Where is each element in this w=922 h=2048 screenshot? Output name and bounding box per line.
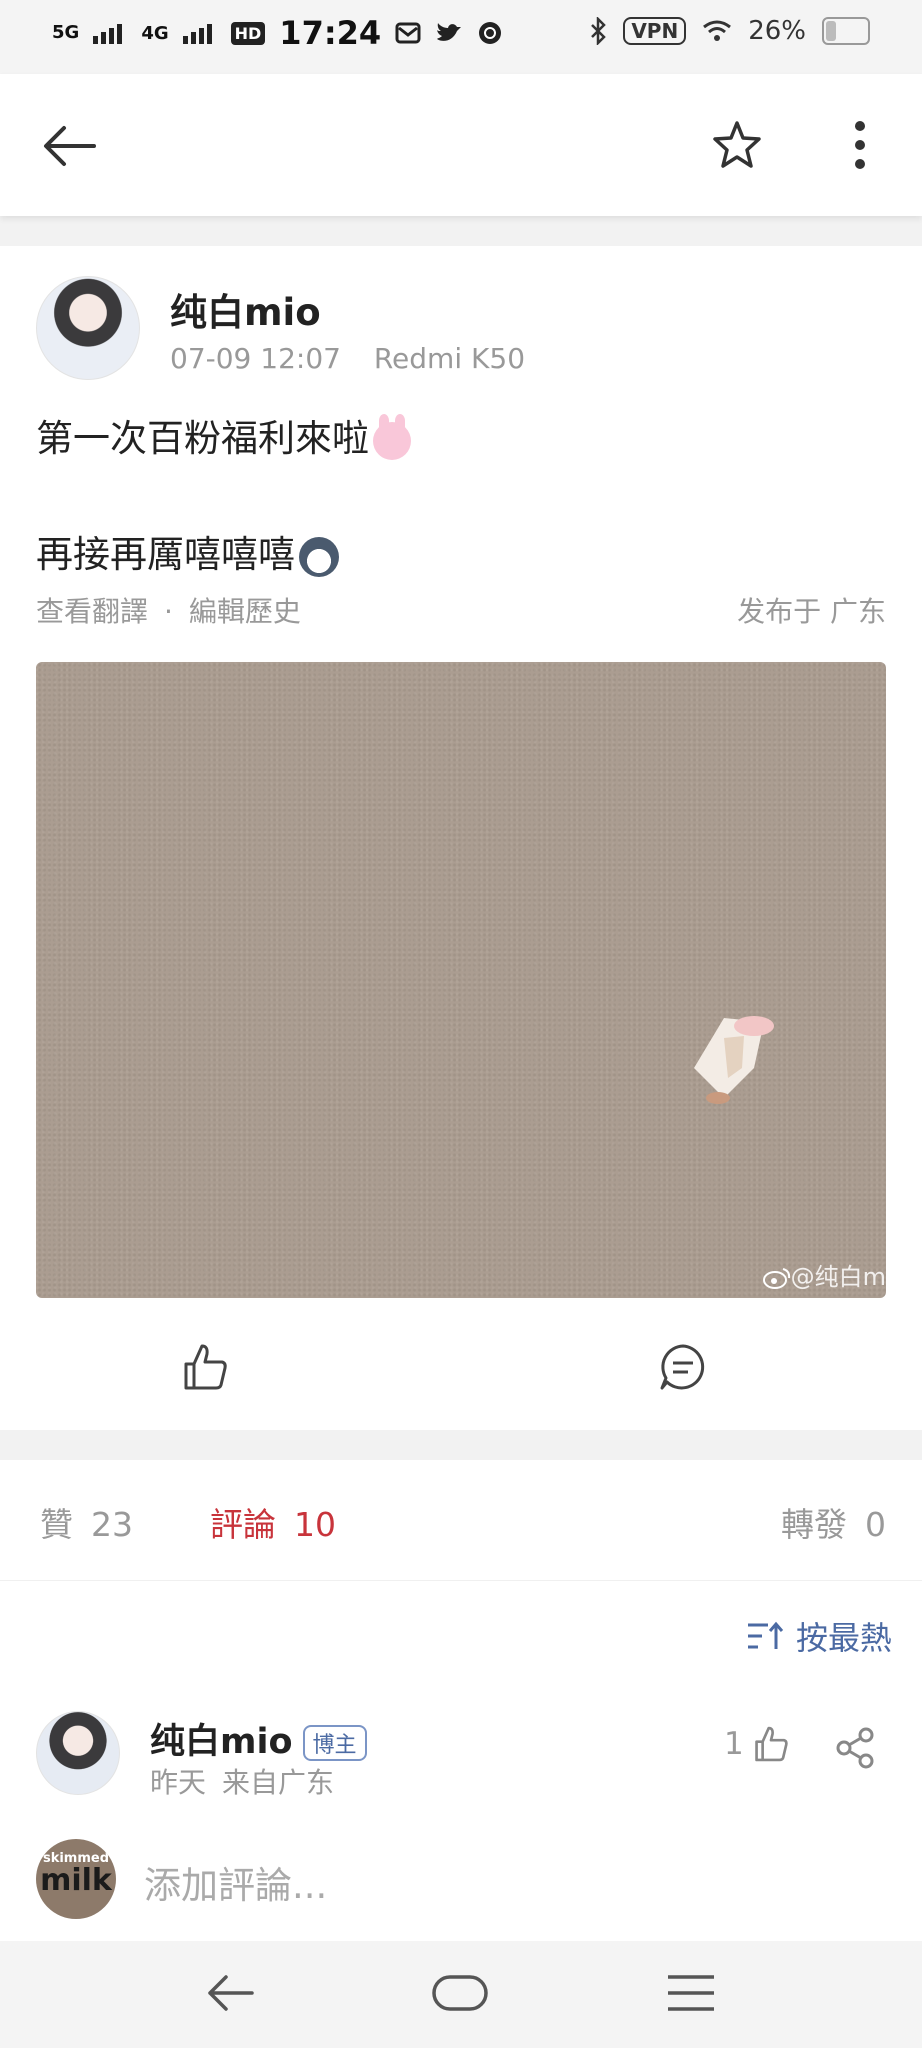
- more-vertical-icon[interactable]: [840, 120, 880, 170]
- likes-count: 23: [91, 1505, 133, 1544]
- post-meta: 07-09 12:07 Redmi K50: [170, 342, 549, 375]
- signal-icon-2: [182, 24, 212, 44]
- link-separator: ·: [164, 595, 173, 628]
- image-watermark: @纯白m: [762, 1257, 886, 1292]
- post-links: 查看翻譯 · 編輯歷史: [36, 590, 301, 630]
- vpn-badge: VPN: [623, 17, 687, 45]
- battery-icon: [822, 17, 870, 45]
- app-bar: [0, 74, 922, 216]
- mail-icon: [395, 22, 421, 44]
- comment-time: 昨天: [150, 1766, 207, 1799]
- star-icon[interactable]: [712, 120, 762, 170]
- post-device: Redmi K50: [373, 342, 526, 375]
- commenter-name[interactable]: 纯白mio: [150, 1722, 293, 1762]
- post-location: 发布于 广东: [737, 595, 886, 628]
- bluetooth-icon: [591, 17, 607, 45]
- wifi-icon: [703, 20, 732, 41]
- signal-4g-label: 4G: [141, 22, 169, 44]
- like-icon[interactable]: [180, 1342, 230, 1392]
- photo-figure: [694, 1016, 774, 1104]
- pink-bunny-emoji-icon: [373, 413, 411, 460]
- system-nav-bar: [0, 1941, 922, 2048]
- comment-like-icon: [754, 1726, 788, 1762]
- app-icon: [479, 22, 502, 44]
- comments-count: 10: [294, 1505, 336, 1544]
- avatar-text-big: milk: [40, 1863, 112, 1898]
- post-text-1: 第一次百粉福利來啦: [36, 417, 369, 460]
- sort-button[interactable]: 按最熱: [746, 1613, 892, 1659]
- comment-item: 纯白mio 博主 昨天 来自广东 1: [0, 1691, 922, 1816]
- comment-like-count: 1: [724, 1726, 744, 1762]
- battery-percent: 26%: [748, 16, 806, 46]
- comments-label: 評論: [210, 1505, 276, 1544]
- post-image[interactable]: @纯白m: [36, 662, 886, 1298]
- post-text-line-1: 第一次百粉福利來啦: [36, 408, 411, 462]
- author-name[interactable]: 纯白mio: [170, 282, 321, 336]
- comment-like-button[interactable]: 1: [724, 1725, 790, 1763]
- status-left: 5G 4G HD 17:24: [52, 14, 503, 52]
- twitter-icon: [437, 23, 462, 41]
- watermark-text: @纯白m: [790, 1263, 886, 1291]
- share-icon[interactable]: [834, 1727, 876, 1769]
- commenter-name-row: 纯白mio 博主: [150, 1713, 367, 1764]
- nav-menu-icon[interactable]: [666, 1973, 716, 2013]
- commenter-avatar[interactable]: [36, 1711, 120, 1795]
- tab-reposts[interactable]: 轉發 0: [781, 1498, 886, 1546]
- comment-input-row: skimmed milk 添加評論...: [0, 1815, 922, 1941]
- translate-link[interactable]: 查看翻譯: [36, 595, 148, 628]
- nav-back-icon[interactable]: [206, 1971, 256, 2015]
- sort-label: 按最熱: [795, 1619, 892, 1657]
- hd-badge: HD: [230, 21, 266, 45]
- post-card: 纯白mio 07-09 12:07 Redmi K50 第一次百粉福利來啦 再接…: [0, 246, 922, 1430]
- likes-label: 贊: [40, 1505, 73, 1544]
- author-avatar[interactable]: [36, 276, 140, 380]
- signal-icon: [93, 24, 123, 44]
- comment-location: 来自广东: [222, 1766, 335, 1799]
- status-right: VPN 26%: [589, 16, 870, 46]
- tab-likes[interactable]: 贊 23: [40, 1498, 133, 1546]
- post-text-2: 再接再厲嘻嘻嘻: [36, 533, 295, 576]
- sort-row: 按最熱: [0, 1581, 922, 1691]
- comment-input[interactable]: 添加評論...: [144, 1855, 327, 1909]
- edit-history-link[interactable]: 編輯歷史: [189, 595, 301, 628]
- back-arrow-icon[interactable]: [42, 118, 98, 174]
- battery-level: [826, 21, 837, 41]
- comment-meta: 昨天 来自广东: [150, 1761, 350, 1801]
- tab-comments[interactable]: 評論 10: [210, 1498, 336, 1546]
- stats-row: 贊 23 評論 10 轉發 0: [0, 1460, 922, 1581]
- post-time: 07-09 12:07: [170, 342, 341, 375]
- post-actions: [0, 1326, 922, 1406]
- reposts-label: 轉發: [781, 1505, 847, 1544]
- reposts-count: 0: [865, 1505, 886, 1544]
- sort-icon: [747, 1621, 784, 1649]
- blogger-badge: 博主: [302, 1725, 367, 1761]
- status-bar: 5G 4G HD 17:24 VPN 26%: [0, 0, 922, 74]
- signal-5g-label: 5G: [52, 22, 80, 43]
- status-time: 17:24: [279, 14, 382, 52]
- post-text-line-2: 再接再厲嘻嘻嘻: [36, 524, 339, 578]
- nav-home-icon[interactable]: [432, 1973, 488, 2013]
- weibo-icon: [762, 1268, 790, 1289]
- my-avatar: skimmed milk: [36, 1839, 116, 1919]
- husky-emoji-icon: [299, 536, 339, 577]
- comment-icon[interactable]: [658, 1342, 708, 1392]
